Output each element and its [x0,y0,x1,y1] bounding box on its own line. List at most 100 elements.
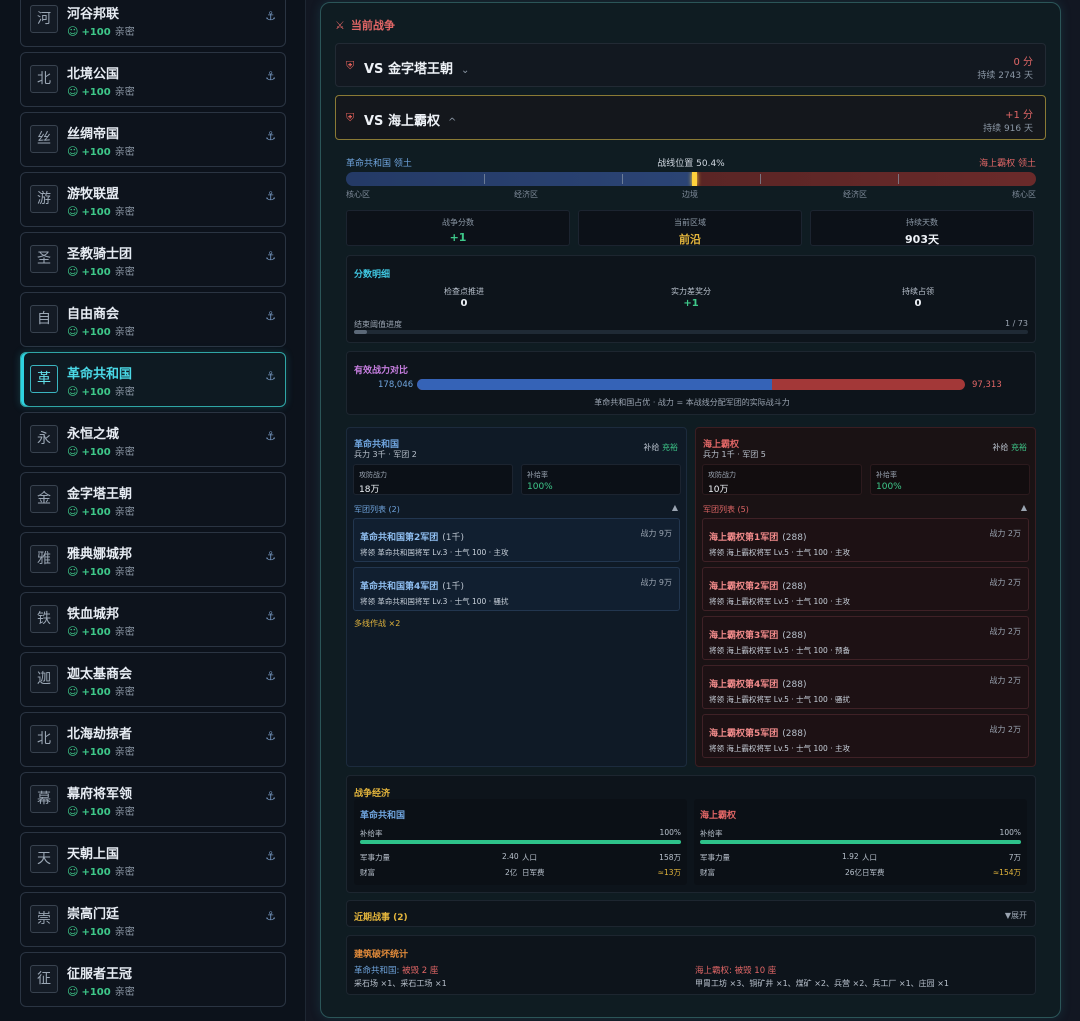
anchor-icon[interactable]: ⚓ [265,729,276,743]
smile-icon: ☺ [67,385,79,398]
side-summary: 兵力 1千 · 军团 5 [703,450,766,459]
score-item-label: 持续占领 [902,287,934,296]
legion-list-toggle[interactable]: 军团列表 (2) [354,504,400,515]
power-compare-panel: 有效战力对比 178,046 97,313 革命共和国占优 · 战力 = 本战线… [346,351,1036,415]
nation-emblem: 北 [30,65,58,93]
sidebar-nation-item[interactable]: 雅雅典娜城邦 ☺ +100 亲密 ⚓ [20,532,286,587]
legion-power: 战力 9万 [640,529,672,538]
sidebar-nation-item[interactable]: 迦迦太基商会 ☺ +100 亲密 ⚓ [20,652,286,707]
multi-front-badge: 多线作战 ×2 [354,619,401,628]
legion-card[interactable]: 革命共和国第4军团 (1千) 战力 9万 将领 革命共和国将军 Lv.3 · 士气 1… [353,567,680,611]
stat-label: 战争分数 [442,218,474,227]
sidebar-nation-item[interactable]: 征征服者王冠 ☺ +100 亲密 [20,952,286,1007]
sidebar-nation-item[interactable]: 北北海劫掠者 ☺ +100 亲密 ⚓ [20,712,286,767]
anchor-icon[interactable]: ⚓ [265,549,276,563]
sidebar-nation-item[interactable]: 永永恒之城 ☺ +100 亲密 ⚓ [20,412,286,467]
legion-power: 战力 9万 [640,578,672,587]
war-duration: 持续 2743 天 [977,71,1033,81]
legion-list-toggle[interactable]: 军团列表 (5) [703,504,749,515]
nation-emblem: 永 [30,425,58,453]
zone-tick [898,174,899,184]
building-right-detail: 甲胄工坊 ×3、铜矿井 ×1、煤矿 ×2、兵营 ×2、兵工厂 ×1、庄园 ×1 [695,979,950,988]
sidebar-nation-item[interactable]: 自自由商会 ☺ +100 亲密 ⚓ [20,292,286,347]
nation-emblem: 圣 [30,245,58,273]
anchor-icon[interactable]: ⚓ [265,309,276,323]
nation-emblem: 天 [30,845,58,873]
sidebar-nation-item[interactable]: 革革命共和国 ☺ +100 亲密 ⚓ [20,352,286,407]
legion-card[interactable]: 海上霸权第3军团 (288) 战力 2万 将领 海上霸权将军 Lv.5 · 士气 10… [702,616,1029,660]
score-item-value: 0 [914,298,922,309]
side-supply: 补给 充裕 [643,443,678,452]
nation-name: 革命共和国 [67,367,133,382]
legion-card[interactable]: 革命共和国第2军团 (1千) 战力 9万 将领 革命共和国将军 Lv.3 · 士气 1… [353,518,680,562]
sidebar-nation-item[interactable]: 铁铁血城邦 ☺ +100 亲密 ⚓ [20,592,286,647]
anchor-icon[interactable]: ⚓ [265,609,276,623]
smile-icon: ☺ [67,625,79,638]
legion-card[interactable]: 海上霸权第1军团 (288) 战力 2万 将领 海上霸权将军 Lv.5 · 士气 10… [702,518,1029,562]
nation-name: 金字塔王朝 [67,487,133,502]
nation-name: 北海劫掠者 [67,727,133,742]
caret-up-icon[interactable]: ▲ [1021,503,1027,512]
anchor-icon[interactable]: ⚓ [265,849,276,863]
sidebar-nation-item[interactable]: 河河谷邦联 ☺ +100 亲密 ⚓ [20,0,286,47]
supply-rate-box: 补给率 100% [521,464,681,495]
war-card-pyramid[interactable]: ⛨ VS 金字塔王朝 ⌄ 0 分 持续 2743 天 [335,43,1046,87]
nation-name: 北境公国 [67,67,120,82]
anchor-icon[interactable]: ⚓ [265,669,276,683]
caret-up-icon[interactable]: ▲ [672,503,678,512]
sidebar-nation-item[interactable]: 北北境公国 ☺ +100 亲密 ⚓ [20,52,286,107]
anchor-icon[interactable]: ⚓ [265,789,276,803]
threshold-label: 结束阈值进度 [354,320,402,329]
expand-toggle[interactable]: ▼展开 [1005,910,1027,921]
nation-name: 幕府将军领 [67,787,133,802]
anchor-icon[interactable]: ⚓ [265,909,276,923]
side-panel-sea-hegemony: 海上霸权 兵力 1千 · 军团 5 补给 充裕 攻防战力 10万 补给率 100… [695,427,1036,767]
threshold-fill [354,330,368,334]
sidebar-nation-item[interactable]: 丝丝绸帝国 ☺ +100 亲密 ⚓ [20,112,286,167]
anchor-icon[interactable]: ⚓ [265,429,276,443]
nation-relation: ☺ +100 亲密 [67,445,135,458]
anchor-icon[interactable]: ⚓ [265,369,276,383]
anchor-icon[interactable]: ⚓ [265,129,276,143]
recent-battles-bar[interactable]: 近期战事 (2) ▼展开 [346,900,1036,927]
anchor-icon[interactable]: ⚓ [265,189,276,203]
chevron-down-icon[interactable]: ⌄ [461,65,469,76]
legion-card[interactable]: 海上霸权第2军团 (288) 战力 2万 将领 海上霸权将军 Lv.5 · 士气 10… [702,567,1029,611]
nation-relation: ☺ +100 亲密 [67,745,135,758]
nation-emblem: 革 [30,365,58,393]
supply-rate-fill [360,840,681,844]
stat-value: 前沿 [679,233,701,246]
chevron-up-icon[interactable]: ^ [448,117,456,128]
anchor-icon[interactable]: ⚓ [265,249,276,263]
nation-name: 崇高门廷 [67,907,120,922]
stat-current-zone: 当前区域 前沿 [578,210,802,246]
sidebar-nation-item[interactable]: 崇崇高门廷 ☺ +100 亲密 ⚓ [20,892,286,947]
anchor-icon[interactable]: ⚓ [265,69,276,83]
nation-emblem: 北 [30,725,58,753]
war-card-sea-hegemony[interactable]: ⛨ VS 海上霸权 ^ +1 分 持续 916 天 [335,95,1046,140]
sidebar-nation-item[interactable]: 天天朝上国 ☺ +100 亲密 ⚓ [20,832,286,887]
score-detail-title: 分数明细 [354,270,391,280]
anchor-icon[interactable]: ⚓ [265,9,276,23]
nation-emblem: 征 [30,965,58,993]
nation-relation: ☺ +100 亲密 [67,685,135,698]
stat-value: +1 [449,231,467,244]
recent-battles-title: 近期战事 (2) [354,913,408,923]
sidebar-nation-item[interactable]: 幕幕府将军领 ☺ +100 亲密 ⚓ [20,772,286,827]
sidebar-nation-item[interactable]: 圣圣教骑士团 ☺ +100 亲密 ⚓ [20,232,286,287]
legion-detail: 将领 海上霸权将军 Lv.5 · 士气 100 · 主攻 [709,744,850,753]
nation-relation: ☺ +100 亲密 [67,25,135,38]
legion-power: 战力 2万 [989,627,1021,636]
building-right-summary: 海上霸权: 被毁 10 座 [695,966,777,976]
smile-icon: ☺ [67,745,79,758]
smile-icon: ☺ [67,865,79,878]
legion-name: 海上霸权第1军团 (288) [709,533,807,543]
score-item-value: +1 [683,298,699,309]
legion-detail: 将领 革命共和国将军 Lv.3 · 士气 100 · 主攻 [360,548,509,557]
legion-card[interactable]: 海上霸权第4军团 (288) 战力 2万 将领 海上霸权将军 Lv.5 · 士气 10… [702,665,1029,709]
legion-card[interactable]: 海上霸权第5军团 (288) 战力 2万 将领 海上霸权将军 Lv.5 · 士气 10… [702,714,1029,758]
sidebar-nation-item[interactable]: 游游牧联盟 ☺ +100 亲密 ⚓ [20,172,286,227]
nation-relation: ☺ +100 亲密 [67,145,135,158]
stat-war-score: 战争分数 +1 [346,210,570,246]
sidebar-nation-item[interactable]: 金金字塔王朝 ☺ +100 亲密 [20,472,286,527]
